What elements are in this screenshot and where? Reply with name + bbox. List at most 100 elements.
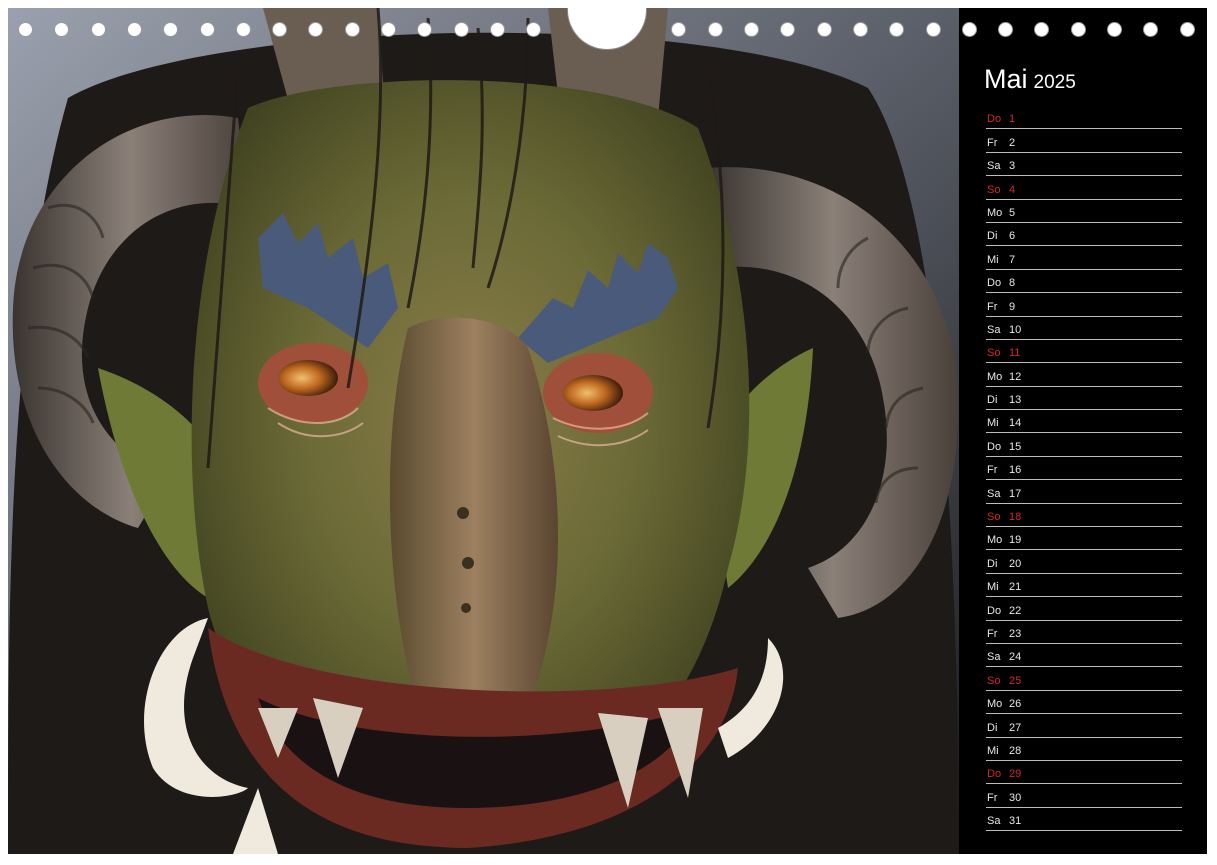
day-row: Fr 9 [986,293,1182,317]
day-number: 20 [1009,557,1022,570]
day-number: 18 [1009,511,1022,524]
weekday-label: Do [987,113,1002,126]
weekday-label: Do [987,277,1002,290]
day-row: Sa 17 [986,480,1182,504]
day-number: 3 [1009,160,1016,173]
day-number: 1 [1009,113,1016,126]
weekday-label: So [987,674,1001,687]
day-number: 25 [1009,674,1022,687]
weekday-label: Do [987,604,1002,617]
weekday-label: Mi [987,253,999,266]
weekday-label: Fr [987,300,998,313]
day-row: Mi 28 [986,738,1182,761]
day-row: Do 1 [986,106,1182,130]
day-number: 26 [1009,698,1022,711]
day-row: Mo 12 [986,363,1182,387]
weekday-label: Di [987,230,998,243]
weekday-label: Sa [987,651,1001,664]
weekday-label: Mo [987,698,1003,711]
day-number: 16 [1009,464,1022,477]
weekday-label: Mo [987,370,1003,383]
day-number: 23 [1009,627,1022,640]
day-row: Mi 7 [986,246,1182,270]
day-row: So 25 [986,667,1182,691]
day-number: 24 [1009,651,1022,664]
day-row: Sa 24 [986,644,1182,668]
day-number: 27 [1009,721,1022,734]
day-row: Di 20 [986,550,1182,574]
day-number: 8 [1009,277,1016,290]
day-row: Mo 19 [986,527,1182,551]
day-number: 5 [1009,206,1016,219]
weekday-label: So [987,347,1001,360]
day-number: 28 [1009,744,1022,757]
day-row: Mo 26 [986,691,1182,715]
day-number: 14 [1009,417,1022,430]
day-number: 19 [1009,534,1022,547]
weekday-label: Mi [987,417,999,430]
day-row: Sa 3 [986,153,1182,177]
weekday-label: Di [987,557,998,570]
weekday-label: So [987,183,1001,196]
day-number: 4 [1009,183,1016,196]
day-number: 12 [1009,370,1022,383]
day-row: Di 6 [986,223,1182,247]
day-row: Do 22 [986,597,1182,621]
day-row: Fr 23 [986,621,1182,644]
month-name: Mai [984,64,1028,94]
year-label: 2025 [1033,72,1076,93]
krampus-mask-photo [8,8,959,854]
day-row: Di 13 [986,387,1182,411]
weekday-label: Sa [987,487,1001,500]
day-row: Do 15 [986,433,1182,457]
weekday-label: Mi [987,744,999,757]
day-number: 7 [1009,253,1016,266]
weekday-label: Mi [987,581,999,594]
month-title: Mai 2025 [984,64,1076,95]
weekday-label: Fr [987,464,998,477]
day-row: Mi 21 [986,574,1182,598]
day-number: 15 [1009,440,1022,453]
day-number: 6 [1009,230,1016,243]
day-number: 31 [1009,815,1022,828]
day-row: So 4 [986,176,1182,200]
day-row: Fr 2 [986,129,1182,153]
calendar-page: Mai 2025 Do 1 Fr 2 Sa 3 So 4 Mo 5 Di 6 Mi 7 Do 8 Fr 9 Sa 10 S… [8,8,1207,854]
day-row: Mo 5 [986,200,1182,223]
weekday-label: Do [987,768,1002,781]
day-row: Do 8 [986,270,1182,294]
weekday-label: Fr [987,791,998,804]
day-number: 17 [1009,487,1022,500]
day-row: Sa 31 [986,808,1182,832]
weekday-label: Di [987,394,998,407]
day-number: 21 [1009,581,1022,594]
day-row: Sa 10 [986,317,1182,340]
weekday-label: Di [987,721,998,734]
weekday-label: Fr [987,136,998,149]
day-row: Fr 16 [986,457,1182,481]
day-row: So 18 [986,504,1182,528]
day-number: 11 [1009,347,1021,360]
day-row: Fr 30 [986,784,1182,808]
day-number: 22 [1009,604,1022,617]
day-row: Do 29 [986,761,1182,785]
day-number: 29 [1009,768,1022,781]
weekday-label: Mo [987,206,1003,219]
day-row: Mi 14 [986,410,1182,434]
weekday-label: So [987,511,1001,524]
day-number: 30 [1009,791,1022,804]
day-number: 10 [1009,323,1022,336]
day-number: 2 [1009,136,1016,149]
weekday-label: Do [987,440,1002,453]
weekday-label: Sa [987,323,1001,336]
weekday-label: Sa [987,160,1001,173]
weekday-label: Sa [987,815,1001,828]
day-list: Do 1 Fr 2 Sa 3 So 4 Mo 5 Di 6 Mi 7 Do 8 Fr 9 Sa 10 So 11 Mo 12 D… [986,106,1182,832]
day-number: 13 [1009,394,1022,407]
weekday-label: Mo [987,534,1003,547]
weekday-label: Fr [987,627,998,640]
day-row: So 11 [986,340,1182,364]
calendar-panel: Mai 2025 Do 1 Fr 2 Sa 3 So 4 Mo 5 Di 6 Mi 7 Do 8 Fr 9 Sa 10 S… [959,8,1207,854]
day-number: 9 [1009,300,1016,313]
day-row: Di 27 [986,714,1182,738]
